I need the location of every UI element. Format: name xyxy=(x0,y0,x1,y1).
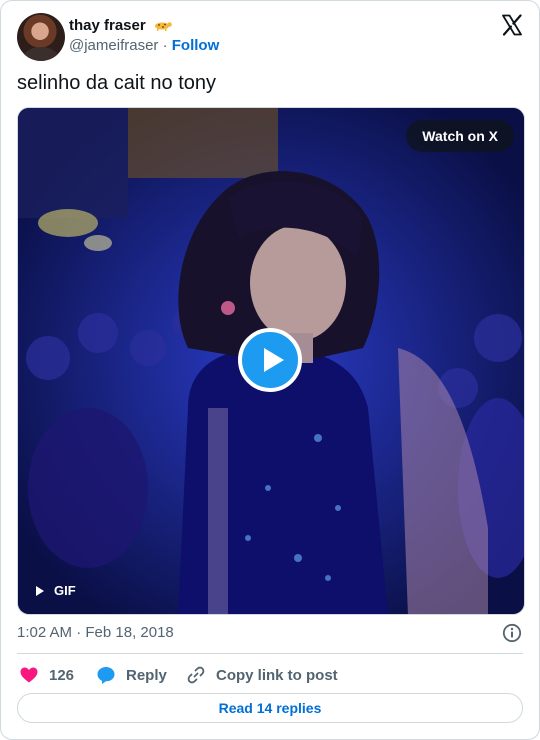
follow-link[interactable]: Follow xyxy=(172,37,220,54)
copy-link-button[interactable]: Copy link to post xyxy=(186,663,338,687)
reply-label: Reply xyxy=(126,666,167,684)
likes-count: 126 xyxy=(49,666,75,684)
play-button[interactable] xyxy=(238,328,302,392)
gif-label: GIF xyxy=(54,583,76,598)
read-replies-button[interactable]: Read 14 replies xyxy=(17,693,523,723)
divider xyxy=(17,653,523,654)
leopard-icon xyxy=(154,22,172,32)
copy-link-label: Copy link to post xyxy=(216,666,338,684)
media-gif[interactable]: Watch on X GIF xyxy=(17,107,525,615)
reply-icon xyxy=(97,667,115,684)
author-name-row[interactable]: thay fraser xyxy=(69,17,172,35)
reply-button[interactable]: Reply xyxy=(96,663,167,687)
info-icon[interactable] xyxy=(502,623,522,643)
small-play-icon xyxy=(36,586,44,596)
x-logo-icon[interactable] xyxy=(500,13,524,37)
tweet-embed-card: thay fraser @jameifraser · Follow selinh… xyxy=(0,0,540,740)
author-handle[interactable]: @jameifraser xyxy=(69,37,158,54)
tweet-text: selinho da cait no tony xyxy=(17,72,217,94)
author-subline: @jameifraser · Follow xyxy=(69,37,219,55)
like-button[interactable]: 126 xyxy=(19,663,74,687)
play-icon xyxy=(264,348,284,372)
avatar[interactable] xyxy=(17,13,65,61)
heart-icon xyxy=(20,667,38,683)
link-icon xyxy=(187,666,205,684)
tweet-timestamp[interactable]: 1:02 AM · Feb 18, 2018 xyxy=(17,624,174,642)
watch-on-x-button[interactable]: Watch on X xyxy=(406,120,514,152)
separator-dot: · xyxy=(162,37,168,54)
gif-badge: GIF xyxy=(30,582,76,600)
avatar-shoulders xyxy=(23,47,59,61)
author-name[interactable]: thay fraser xyxy=(69,17,146,34)
